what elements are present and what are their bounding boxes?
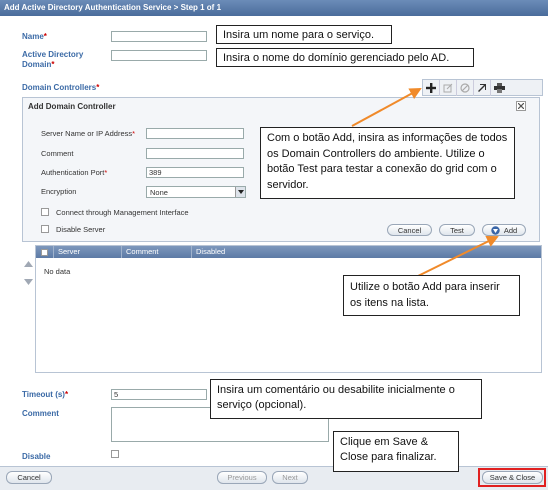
callout-name: Insira um nome para o serviço. bbox=[216, 25, 392, 44]
callout-domain: Insira o nome do domínio gerenciado pelo… bbox=[216, 48, 474, 67]
callout-add-list: Utilize o botão Add para inserir os iten… bbox=[343, 275, 520, 316]
callout-save: Clique em Save & Close para finalizar. bbox=[333, 431, 459, 472]
arrow-to-toolbar bbox=[351, 88, 422, 127]
callout-comment: Insira um comentário ou desabilite inici… bbox=[210, 379, 482, 419]
callout-add-dc: Com o botão Add, insira as informações d… bbox=[260, 127, 515, 199]
arrow-to-add bbox=[417, 236, 499, 277]
